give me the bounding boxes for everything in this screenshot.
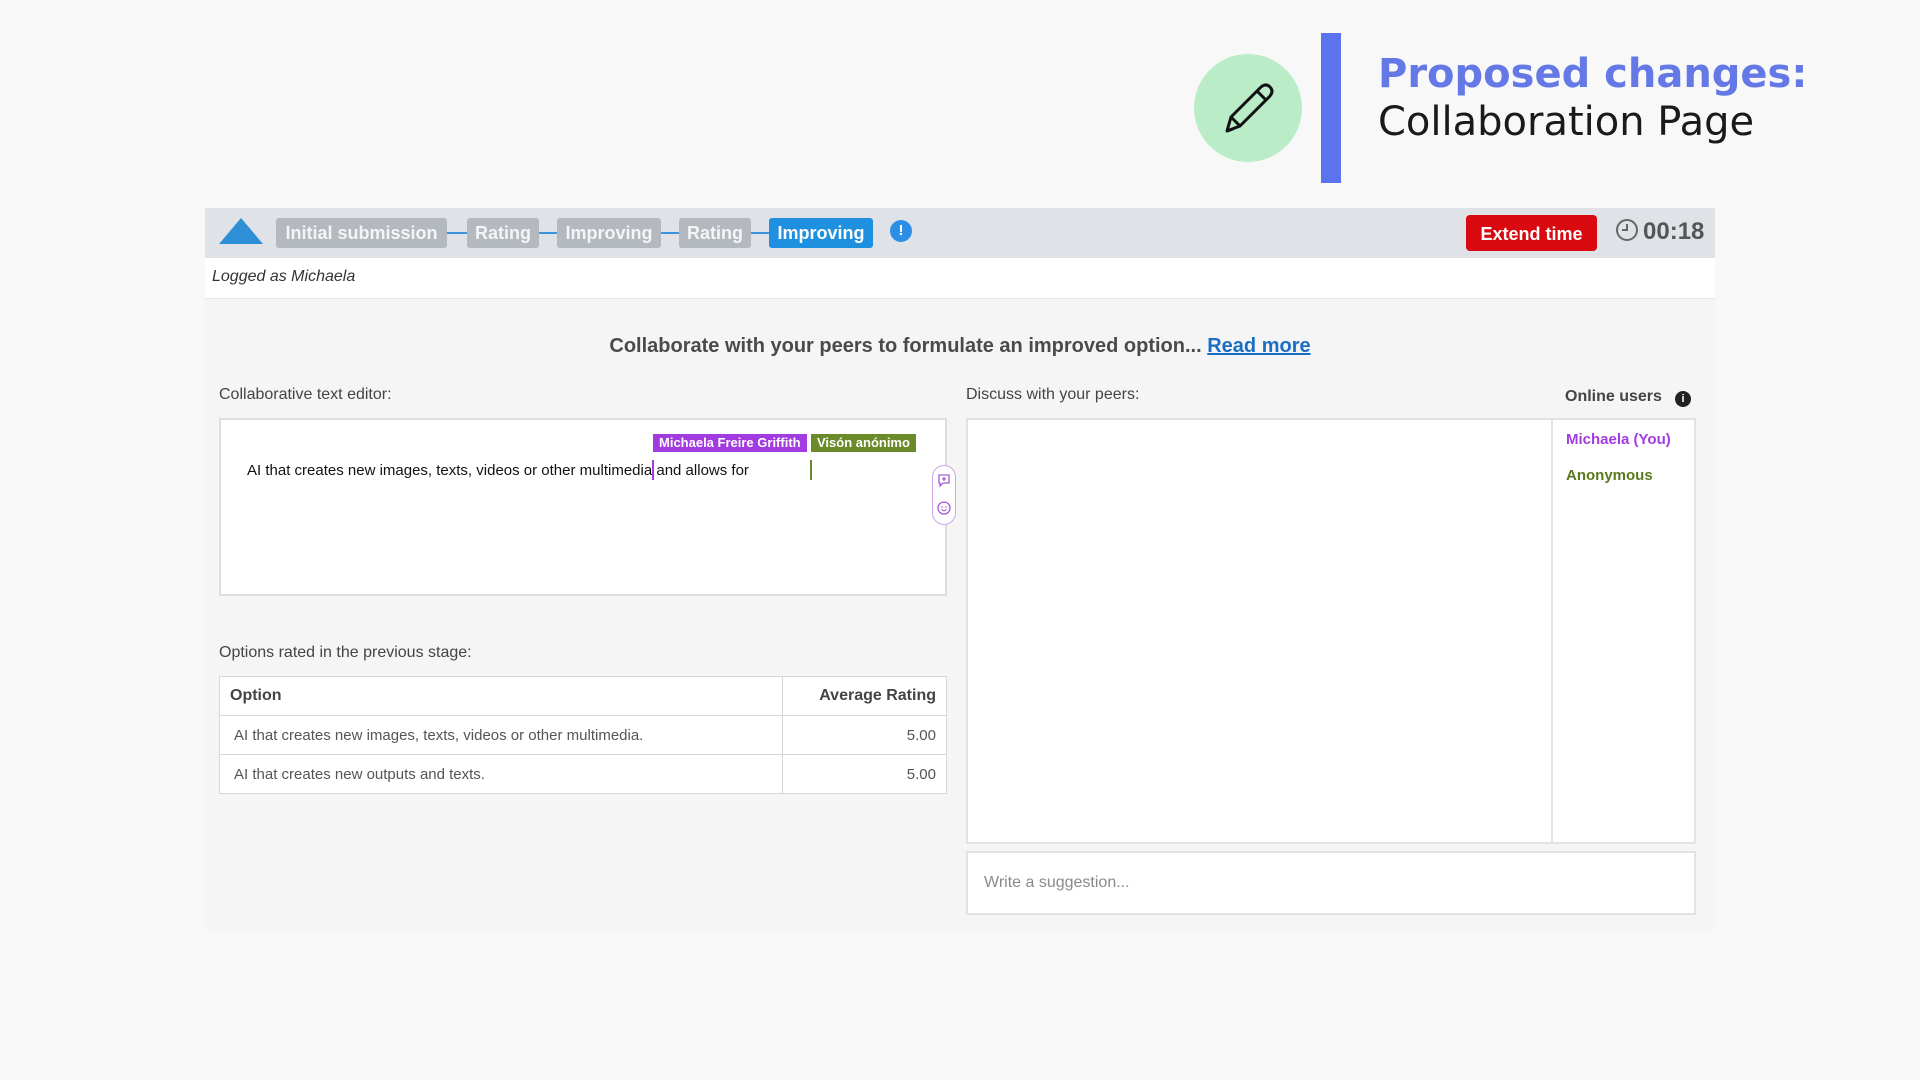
discussion-divider bbox=[1551, 420, 1553, 842]
clock-icon bbox=[1616, 219, 1638, 241]
stage-info-icon[interactable]: ! bbox=[890, 220, 912, 242]
online-user-michaela: Michaela (You) bbox=[1566, 431, 1671, 448]
cursor-tag-anonymous: Visón anónimo bbox=[811, 434, 916, 452]
column-header-average-rating: Average Rating bbox=[782, 676, 947, 716]
editor-side-toolbar bbox=[932, 465, 956, 525]
online-user-anonymous: Anonymous bbox=[1566, 467, 1653, 484]
instruction-text: Collaborate with your peers to formulate… bbox=[205, 335, 1715, 358]
emoji-icon[interactable] bbox=[936, 500, 952, 516]
pencil-badge bbox=[1194, 54, 1302, 162]
rating-cell: 5.00 bbox=[782, 754, 947, 794]
slide-title: Proposed changes: Collaboration Page bbox=[1378, 50, 1807, 146]
rating-cell: 5.00 bbox=[782, 715, 947, 755]
logo-icon bbox=[219, 218, 263, 244]
logged-as-label: Logged as Michaela bbox=[212, 268, 356, 285]
slide-title-accent: Proposed changes: bbox=[1378, 51, 1808, 97]
stage-rating-1[interactable]: Rating bbox=[467, 218, 539, 248]
add-comment-icon[interactable] bbox=[936, 472, 952, 488]
accent-bar bbox=[1321, 33, 1341, 183]
online-users-title: Online users bbox=[1565, 388, 1662, 405]
table-row: AI that creates new outputs and texts. 5… bbox=[219, 754, 947, 794]
online-users-info-icon[interactable]: i bbox=[1675, 391, 1691, 407]
stage-connector bbox=[751, 232, 769, 234]
editor-text-before-cursor: AI that creates new images, texts, video… bbox=[247, 462, 612, 479]
stage-connector bbox=[539, 232, 557, 234]
cursor-tag-michaela: Michaela Freire Griffith bbox=[653, 434, 807, 452]
read-more-link[interactable]: Read more bbox=[1207, 335, 1310, 357]
editor-label: Collaborative text editor: bbox=[219, 386, 392, 403]
countdown-timer: 00:18 bbox=[1643, 218, 1705, 245]
extend-time-button[interactable]: Extend time bbox=[1466, 215, 1597, 251]
column-header-option: Option bbox=[219, 676, 783, 716]
discuss-label: Discuss with your peers: bbox=[966, 386, 1140, 403]
stage-initial-submission[interactable]: Initial submission bbox=[276, 218, 447, 248]
suggestion-input[interactable] bbox=[966, 851, 1696, 915]
pencil-icon bbox=[1225, 83, 1274, 133]
editor-content[interactable]: AI that creates new images, texts, video… bbox=[247, 462, 749, 479]
cursor-caret-michaela bbox=[652, 460, 654, 480]
options-table: Option Average Rating AI that creates ne… bbox=[219, 676, 947, 794]
stage-bar: Initial submission Rating Improving Rati… bbox=[205, 208, 1715, 258]
table-row: AI that creates new images, texts, video… bbox=[219, 715, 947, 755]
app-screenshot: Initial submission Rating Improving Rati… bbox=[205, 208, 1715, 930]
slide-title-main: Collaboration Page bbox=[1378, 99, 1755, 145]
stage-connector bbox=[447, 232, 467, 234]
stage-improving-1[interactable]: Improving bbox=[557, 218, 661, 248]
editor-text-after-cursor: media and allows for bbox=[611, 462, 749, 479]
session-row: Logged as Michaela bbox=[205, 258, 1715, 299]
table-header-row: Option Average Rating bbox=[219, 676, 947, 716]
stage-improving-2[interactable]: Improving bbox=[769, 218, 873, 248]
stage-rating-2[interactable]: Rating bbox=[679, 218, 751, 248]
cursor-caret-anonymous bbox=[810, 460, 812, 480]
instruction-message: Collaborate with your peers to formulate… bbox=[609, 335, 1202, 357]
option-cell: AI that creates new outputs and texts. bbox=[219, 754, 783, 794]
stage-connector bbox=[661, 232, 679, 234]
option-cell: AI that creates new images, texts, video… bbox=[219, 715, 783, 755]
options-label: Options rated in the previous stage: bbox=[219, 644, 472, 661]
